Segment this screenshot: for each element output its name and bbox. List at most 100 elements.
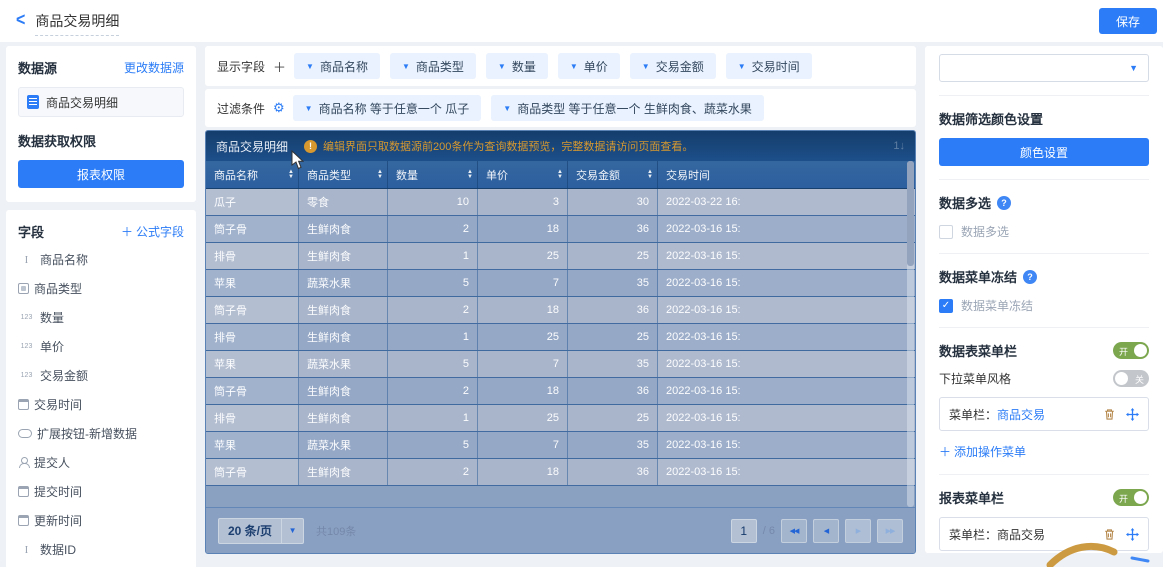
table-cell: 25	[478, 243, 568, 269]
menu-item-prefix: 菜单栏：	[949, 526, 997, 543]
column-header[interactable]: 交易金额▲▼	[568, 161, 658, 188]
checkbox-checked-icon[interactable]: ✓	[939, 299, 953, 313]
display-field-chip[interactable]: ▼单价	[558, 53, 620, 79]
table-row[interactable]: 苹果蔬菜水果57352022-03-16 15:	[206, 270, 915, 297]
field-item[interactable]: 更新时间	[18, 506, 184, 535]
table-cell: 生鲜肉食	[299, 324, 388, 350]
sort-icon[interactable]: ▲▼	[467, 170, 473, 180]
table-cell: 2	[388, 378, 478, 404]
menu-item-name: 商品交易	[997, 406, 1045, 423]
number-icon: 123	[18, 372, 35, 379]
trash-icon[interactable]	[1103, 408, 1116, 421]
prev-page-button[interactable]: ◀	[813, 519, 839, 543]
field-item[interactable]: 提交时间	[18, 477, 184, 506]
table-row[interactable]: 筒子骨生鲜肉食218362022-03-16 15:	[206, 459, 915, 486]
column-header[interactable]: 交易时间	[658, 161, 916, 188]
table-cell: 2022-03-16 15:	[658, 459, 915, 485]
display-field-chip[interactable]: ▼商品名称	[294, 53, 380, 79]
field-item[interactable]: 扩展按钮-新增数据	[18, 419, 184, 448]
filter-label: 过滤条件	[217, 100, 265, 117]
field-item[interactable]: 提交人	[18, 448, 184, 477]
table-cell: 2022-03-16 15:	[658, 297, 915, 323]
trash-icon[interactable]	[1103, 528, 1116, 541]
color-settings-button[interactable]: 颜色设置	[939, 138, 1149, 166]
table-row[interactable]: 苹果蔬菜水果57352022-03-16 15:	[206, 351, 915, 378]
change-datasource-link[interactable]: 更改数据源	[124, 59, 184, 76]
table-row[interactable]: 筒子骨生鲜肉食218362022-03-16 15:	[206, 378, 915, 405]
add-display-field-button[interactable]: ＋	[273, 57, 286, 76]
first-page-button[interactable]: ◀◀	[781, 519, 807, 543]
table-cell: 10	[388, 189, 478, 215]
gear-icon[interactable]: ⚙	[273, 100, 285, 116]
table-row[interactable]: 筒子骨生鲜肉食218362022-03-16 15:	[206, 297, 915, 324]
column-header[interactable]: 单价▲▼	[478, 161, 568, 188]
column-header[interactable]: 数量▲▼	[388, 161, 478, 188]
checkbox-unchecked-icon[interactable]	[939, 225, 953, 239]
field-label: 单价	[40, 338, 64, 355]
select-icon	[18, 283, 29, 294]
vertical-scrollbar[interactable]	[907, 161, 914, 507]
freeze-checkbox-row[interactable]: ✓ 数据菜单冻结	[939, 297, 1149, 314]
table-cell: 5	[388, 270, 478, 296]
back-button[interactable]: <	[16, 11, 25, 32]
add-action-menu-link[interactable]: ＋ 添加操作菜单	[939, 443, 1026, 460]
move-icon[interactable]	[1126, 408, 1139, 421]
next-page-button[interactable]: ▶	[845, 519, 871, 543]
report-menu-item[interactable]: 菜单栏： 商品交易	[939, 517, 1149, 551]
field-item[interactable]: 123单价	[18, 332, 184, 361]
display-field-chip[interactable]: ▼交易金额	[630, 53, 716, 79]
multiselect-checkbox-row[interactable]: 数据多选	[939, 223, 1149, 240]
person-icon	[18, 457, 29, 468]
field-item[interactable]: I商品名称	[18, 245, 184, 274]
field-item[interactable]: 123数量	[18, 303, 184, 332]
sort-icon[interactable]: ▲▼	[288, 170, 294, 180]
table-cell: 35	[568, 432, 658, 458]
table-cell: 2022-03-16 15:	[658, 270, 915, 296]
help-icon[interactable]: ?	[997, 196, 1011, 210]
filter-chip[interactable]: ▼商品类型 等于任意一个 生鲜肉食、蔬菜水果	[491, 95, 764, 121]
sort-icon[interactable]: ▲▼	[647, 170, 653, 180]
save-button[interactable]: 保存	[1099, 8, 1157, 34]
filter-chip[interactable]: ▼商品名称 等于任意一个 瓜子	[293, 95, 482, 121]
field-item[interactable]: 123交易金额	[18, 361, 184, 390]
table-cell: 排骨	[206, 324, 299, 350]
sort-icon[interactable]: ▲▼	[557, 170, 563, 180]
display-field-chip[interactable]: ▼商品类型	[390, 53, 476, 79]
datasource-item[interactable]: 商品交易明细	[18, 87, 184, 117]
field-label: 更新时间	[34, 512, 82, 529]
display-field-chip[interactable]: ▼交易时间	[726, 53, 812, 79]
table-row[interactable]: 瓜子零食103302022-03-22 16:	[206, 189, 915, 216]
last-page-button[interactable]: ▶▶	[877, 519, 903, 543]
table-row[interactable]: 苹果蔬菜水果57352022-03-16 15:	[206, 432, 915, 459]
column-header[interactable]: 商品名称▲▼	[206, 161, 299, 188]
field-item[interactable]: 商品类型	[18, 274, 184, 303]
dropdown-style-toggle[interactable]: 关	[1113, 370, 1149, 387]
field-item[interactable]: 交易时间	[18, 390, 184, 419]
report-menu-toggle[interactable]: 开	[1113, 489, 1149, 506]
current-page-input[interactable]: 1	[731, 519, 757, 543]
table-menu-section: 数据表菜单栏 开	[939, 341, 1149, 360]
sort-icon[interactable]: ▲▼	[377, 170, 383, 180]
scrollbar-thumb[interactable]	[907, 161, 914, 266]
add-formula-field-link[interactable]: ＋ 公式字段	[121, 223, 184, 240]
table-menu-toggle[interactable]: 开	[1113, 342, 1149, 359]
move-icon[interactable]	[1126, 528, 1139, 541]
table-row[interactable]: 排骨生鲜肉食125252022-03-16 15:	[206, 324, 915, 351]
table-menu-item[interactable]: 菜单栏： 商品交易	[939, 397, 1149, 431]
column-header[interactable]: 商品类型▲▼	[299, 161, 388, 188]
style-select[interactable]: ▼	[939, 54, 1149, 82]
table-row[interactable]: 筒子骨生鲜肉食218362022-03-16 15:	[206, 216, 915, 243]
table-body: 瓜子零食103302022-03-22 16:筒子骨生鲜肉食218362022-…	[206, 189, 915, 486]
table-row[interactable]: 排骨生鲜肉食125252022-03-16 15:	[206, 405, 915, 432]
page-size-select[interactable]: 20 条/页 ▼	[218, 518, 304, 544]
table-row[interactable]: 排骨生鲜肉食125252022-03-16 15:	[206, 243, 915, 270]
display-field-chip[interactable]: ▼数量	[486, 53, 548, 79]
report-permission-button[interactable]: 报表权限	[18, 160, 184, 188]
help-icon[interactable]: ?	[1023, 270, 1037, 284]
chip-label: 单价	[584, 58, 608, 75]
table-cell: 零食	[299, 189, 388, 215]
table-cell: 2022-03-16 15:	[658, 243, 915, 269]
divider	[939, 327, 1149, 328]
chevron-down-icon: ▼	[498, 62, 506, 71]
field-item[interactable]: I数据ID	[18, 535, 184, 564]
